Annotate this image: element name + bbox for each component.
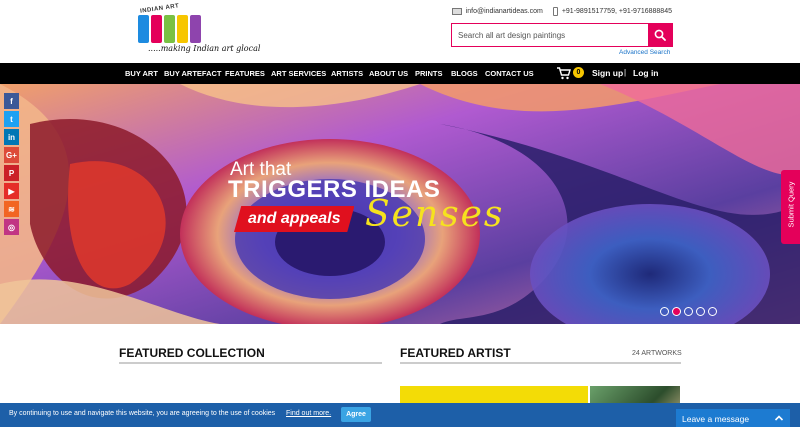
logo-block-4	[177, 15, 188, 43]
slider-dot-2[interactable]	[672, 307, 681, 316]
featured-collection-divider	[119, 362, 382, 364]
main-nav: BUY ART BUY ARTEFACT FEATURES ART SERVIC…	[0, 63, 800, 84]
cart-icon	[557, 67, 571, 80]
site-logo[interactable]: INDIAN ART .....making Indian art glocal	[134, 3, 260, 58]
cookie-find-out-more-link[interactable]: Find out more.	[286, 410, 331, 417]
logo-tagline: .....making Indian art glocal	[148, 44, 261, 53]
page: INDIAN ART .....making Indian art glocal…	[0, 0, 800, 427]
artworks-count[interactable]: 24 ARTWORKS	[632, 350, 682, 357]
featured-artist-divider	[400, 362, 681, 364]
slider-dot-4[interactable]	[696, 307, 705, 316]
search-icon	[654, 29, 666, 41]
social-bar: f t in G+ P ▶ ≋ ◎	[4, 93, 19, 235]
submit-query-label: Submit Query	[786, 181, 796, 228]
contact-info: info@indianartideas.com +91-9891517759, …	[451, 7, 672, 16]
leave-message-chat[interactable]: Leave a message	[676, 409, 790, 427]
logo-block-1	[138, 15, 149, 43]
slider-dot-1[interactable]	[660, 307, 669, 316]
search-button[interactable]	[648, 24, 672, 46]
featured-artist-title: FEATURED ARTIST	[400, 346, 511, 360]
nav-prints[interactable]: PRINTS	[415, 69, 443, 78]
nav-buy-artefact[interactable]: BUY ARTEFACT	[164, 69, 222, 78]
submit-query-tab[interactable]: Submit Query	[781, 170, 800, 244]
leave-message-label: Leave a message	[682, 414, 750, 424]
twitter-icon[interactable]: t	[4, 111, 19, 127]
chevron-up-icon	[774, 415, 784, 421]
youtube-icon[interactable]: ▶	[4, 183, 19, 199]
banner-script-text: Senses	[365, 194, 505, 235]
nav-blogs[interactable]: BLOGS	[451, 69, 478, 78]
header: INDIAN ART .....making Indian art glocal…	[0, 0, 800, 63]
logo-block-2	[151, 15, 162, 43]
featured-collection-title: FEATURED COLLECTION	[119, 346, 265, 360]
search-box	[451, 23, 673, 47]
linkedin-icon[interactable]: in	[4, 129, 19, 145]
nav-artists[interactable]: ARTISTS	[331, 69, 363, 78]
cookie-agree-button[interactable]: Agree	[341, 407, 371, 422]
logo-block-5	[190, 15, 201, 43]
nav-art-services[interactable]: ART SERVICES	[271, 69, 326, 78]
search-input[interactable]	[452, 24, 649, 46]
google-plus-icon[interactable]: G+	[4, 147, 19, 163]
pinterest-icon[interactable]: P	[4, 165, 19, 181]
mail-icon	[451, 8, 462, 15]
signup-link[interactable]: Sign up	[592, 68, 623, 78]
nav-features[interactable]: FEATURES	[225, 69, 265, 78]
contact-phone: +91-9891517759, +91-9716888845	[561, 8, 672, 15]
contact-email[interactable]: info@indianartideas.com	[466, 8, 543, 15]
nav-contact-us[interactable]: CONTACT US	[485, 69, 534, 78]
instagram-icon[interactable]: ◎	[4, 219, 19, 235]
logo-top-text: INDIAN ART	[139, 3, 180, 15]
facebook-icon[interactable]: f	[4, 93, 19, 109]
cart-button[interactable]: 0	[556, 66, 586, 81]
logo-blocks	[138, 15, 201, 43]
phone-icon	[552, 7, 558, 16]
advanced-search-link[interactable]: Advanced Search	[619, 49, 670, 56]
banner-tag: and appeals	[234, 206, 355, 232]
logo-block-3	[164, 15, 175, 43]
cart-count-badge: 0	[573, 67, 584, 78]
cookie-text: By continuing to use and navigate this w…	[9, 410, 276, 417]
slider-dots	[660, 307, 717, 316]
auth-separator: |	[624, 68, 627, 77]
login-link[interactable]: Log in	[633, 68, 659, 78]
slider-dot-5[interactable]	[708, 307, 717, 316]
hero-banner[interactable]: Art that TRIGGERS IDEAS and appeals Sens…	[0, 84, 800, 324]
nav-about-us[interactable]: ABOUT US	[369, 69, 408, 78]
nav-buy-art[interactable]: BUY ART	[125, 69, 158, 78]
slider-dot-3[interactable]	[684, 307, 693, 316]
rss-icon[interactable]: ≋	[4, 201, 19, 217]
